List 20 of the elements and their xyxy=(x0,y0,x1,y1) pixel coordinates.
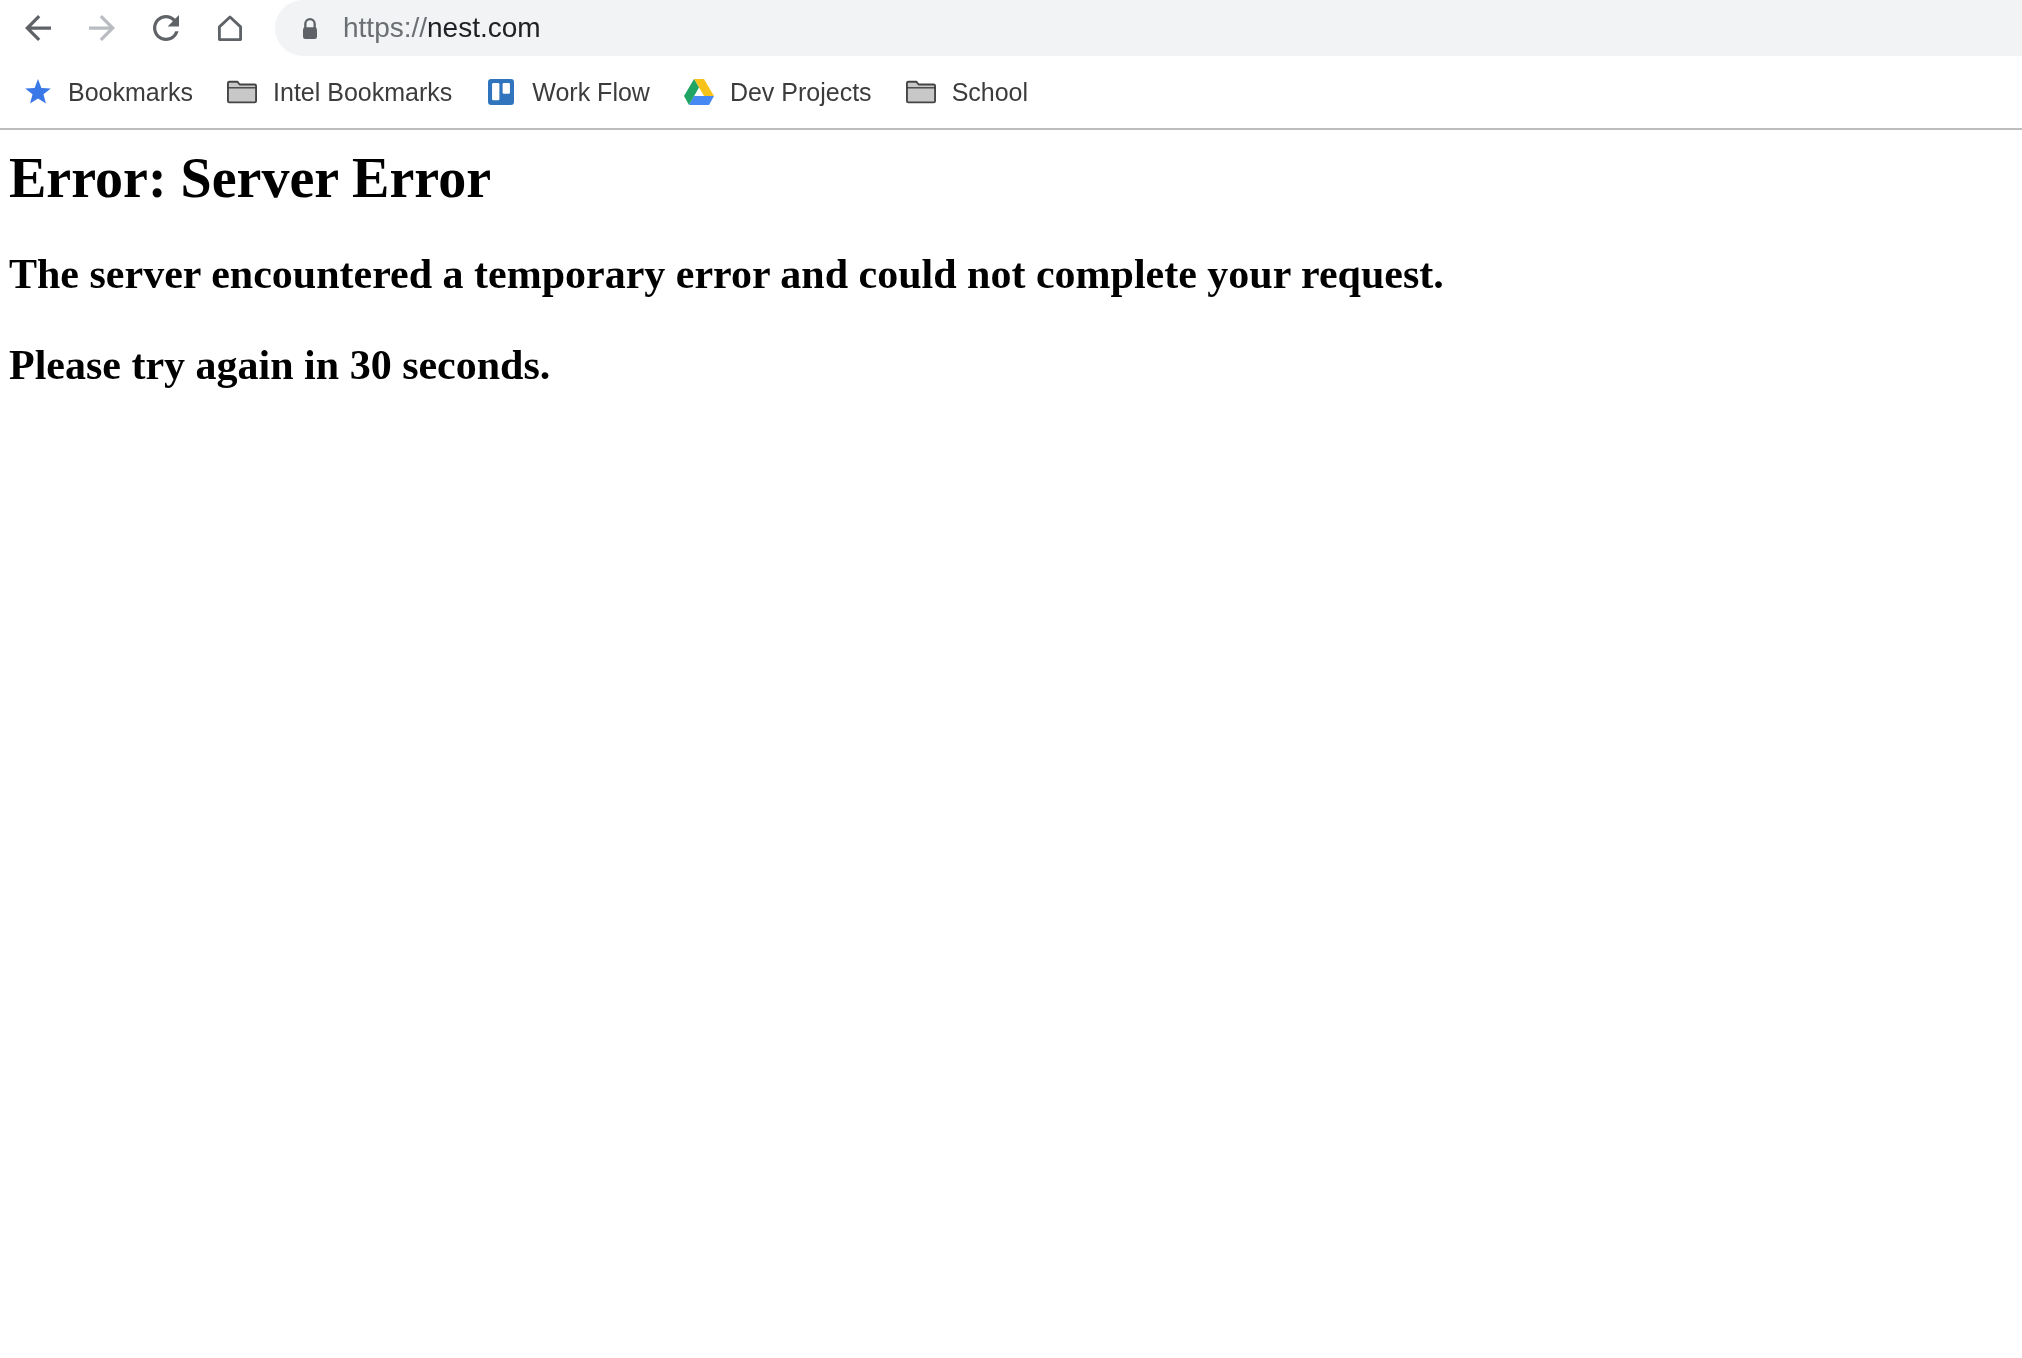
home-icon xyxy=(217,15,243,41)
star-icon xyxy=(24,78,52,106)
board-icon xyxy=(486,79,517,105)
bookmark-item[interactable]: Work Flow xyxy=(474,68,662,116)
bookmark-item[interactable]: Bookmarks xyxy=(12,68,206,116)
lock-icon xyxy=(302,17,318,39)
bookmark-item[interactable]: Dev Projects xyxy=(671,68,884,116)
address-bar[interactable]: https://nest.com xyxy=(275,0,2022,56)
forward-arrow-icon xyxy=(89,15,115,41)
url-text: https://nest.com xyxy=(343,12,541,44)
bookmark-item[interactable]: School xyxy=(893,68,1041,116)
error-message: The server encountered a temporary error and could not complete your request. xyxy=(9,250,1445,298)
folder-icon xyxy=(227,79,258,105)
error-heading: Error: Server Error xyxy=(9,146,492,210)
reload-icon xyxy=(153,15,179,41)
folder-icon xyxy=(905,79,936,105)
bookmark-item[interactable]: Intel Bookmarks xyxy=(215,68,465,116)
triangle-icon xyxy=(683,79,714,105)
back-arrow-icon xyxy=(25,15,51,41)
error-message: Please try again in 30 seconds. xyxy=(9,341,552,389)
